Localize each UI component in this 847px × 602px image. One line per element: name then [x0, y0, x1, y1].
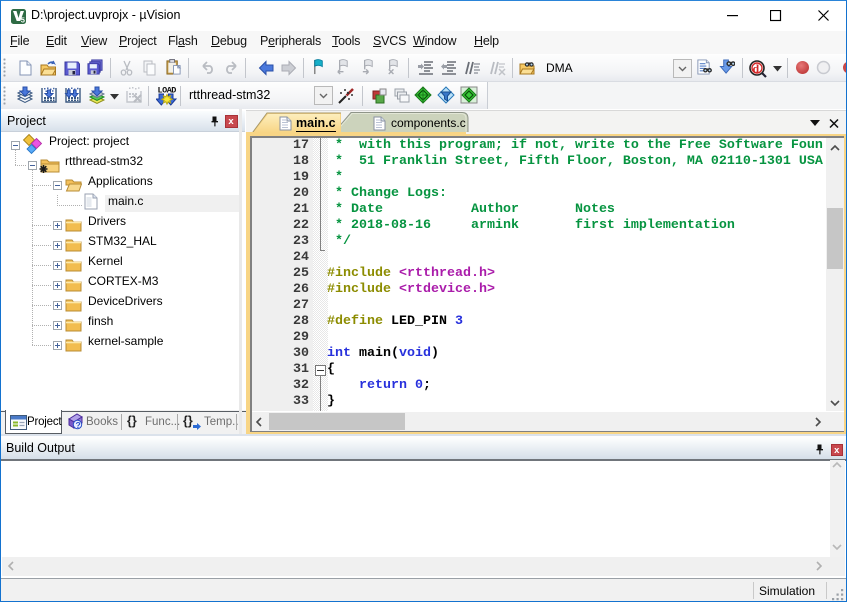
svg-text:5: 5 [21, 16, 25, 24]
svg-text:?: ? [76, 419, 81, 429]
